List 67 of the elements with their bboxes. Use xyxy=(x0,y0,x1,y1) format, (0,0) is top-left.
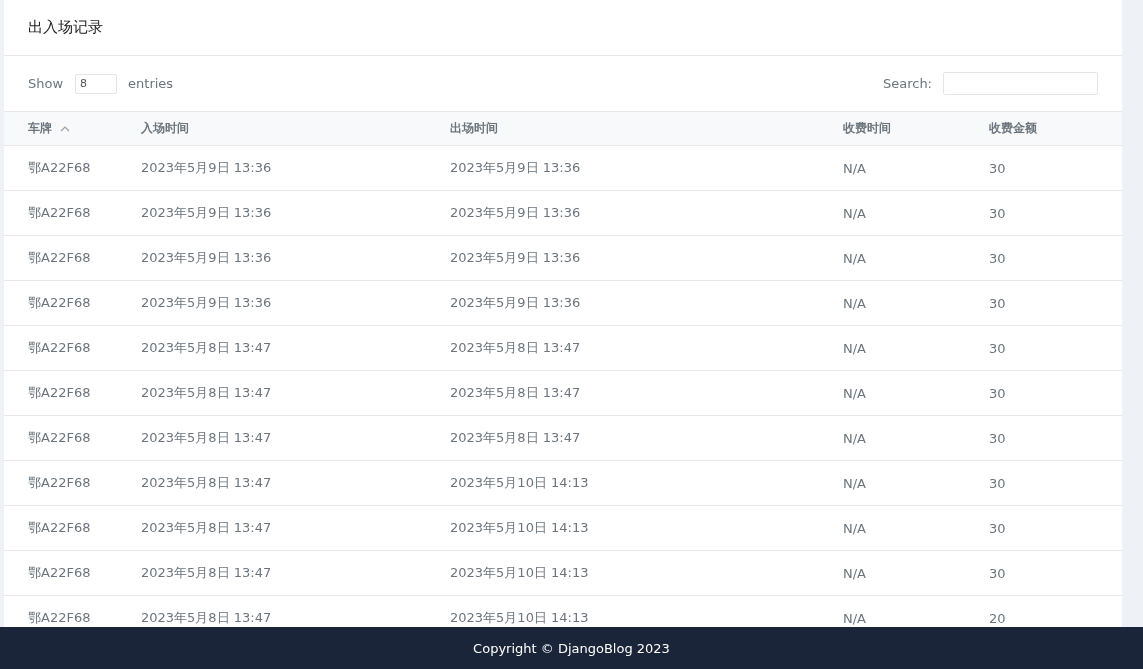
table-cell: N/A xyxy=(843,430,866,446)
search-field[interactable] xyxy=(943,72,1098,95)
table-cell: 鄂A22F68 xyxy=(28,295,91,310)
table-cell: 2023年5月8日 13:47 xyxy=(141,565,272,580)
table-cell: 2023年5月9日 13:36 xyxy=(141,160,272,175)
table-cell: N/A xyxy=(843,205,866,221)
column-header[interactable]: 出场时间 xyxy=(450,121,498,135)
copyright-text: Copyright © DjangoBlog 2023 xyxy=(473,640,670,656)
entries-count-field[interactable]: 8 xyxy=(75,73,118,94)
table-cell: 2023年5月10日 14:13 xyxy=(450,475,589,490)
entries-label: entries xyxy=(128,76,174,91)
table-cell: 鄂A22F68 xyxy=(28,250,91,265)
table-cell: 2023年5月9日 13:36 xyxy=(141,295,272,310)
table-cell: 2023年5月9日 13:36 xyxy=(450,295,581,310)
table-cell: 2023年5月10日 14:13 xyxy=(450,520,589,535)
column-header[interactable]: 收费时间 xyxy=(843,121,891,135)
table-cell: 2023年5月8日 13:47 xyxy=(450,385,581,400)
table-cell: 2023年5月9日 13:36 xyxy=(450,160,581,175)
table-cell: 鄂A22F68 xyxy=(28,520,91,535)
show-label: Show xyxy=(28,76,64,91)
column-header[interactable]: 收费金额 xyxy=(989,121,1037,135)
table-cell: 鄂A22F68 xyxy=(28,340,91,355)
table-cell: 鄂A22F68 xyxy=(28,385,91,400)
table-cell: 鄂A22F68 xyxy=(28,475,91,490)
search-label: Search: xyxy=(882,76,932,91)
table-cell: 2023年5月8日 13:47 xyxy=(141,340,272,355)
table-cell: N/A xyxy=(843,250,866,266)
table-cell: 2023年5月8日 13:47 xyxy=(141,610,272,625)
table-cell: N/A xyxy=(843,295,866,311)
card-title: 出入场记录 xyxy=(28,18,103,37)
table-cell: 2023年5月9日 13:36 xyxy=(450,250,581,265)
table-cell: 2023年5月8日 13:47 xyxy=(141,475,272,490)
table-cell: 30 xyxy=(989,340,1006,356)
table-cell: 2023年5月8日 13:47 xyxy=(141,520,272,535)
table-cell: 2023年5月8日 13:47 xyxy=(450,340,581,355)
table-cell: 30 xyxy=(989,205,1006,221)
table-cell: 30 xyxy=(989,250,1006,266)
table-cell: 鄂A22F68 xyxy=(28,610,91,625)
table-cell: N/A xyxy=(843,520,866,536)
table-cell: N/A xyxy=(843,160,866,176)
table-cell: 2023年5月9日 13:36 xyxy=(141,250,272,265)
table-cell: 2023年5月10日 14:13 xyxy=(450,565,589,580)
table-cell: 30 xyxy=(989,430,1006,446)
table-cell: N/A xyxy=(843,475,866,491)
table-cell: 鄂A22F68 xyxy=(28,430,91,445)
table-cell: N/A xyxy=(843,340,866,356)
table-cell: 30 xyxy=(989,160,1006,176)
column-header[interactable]: 车牌 xyxy=(28,121,52,135)
table-cell: N/A xyxy=(843,565,866,581)
table-cell: N/A xyxy=(843,385,866,401)
table-cell: N/A xyxy=(843,610,866,626)
table-cell: 鄂A22F68 xyxy=(28,160,91,175)
table-cell: 20 xyxy=(989,610,1006,626)
table-cell: 2023年5月8日 13:47 xyxy=(141,385,272,400)
table-cell: 鄂A22F68 xyxy=(28,565,91,580)
table-cell: 2023年5月8日 13:47 xyxy=(450,430,581,445)
table-cell: 30 xyxy=(989,565,1006,581)
table-cell: 30 xyxy=(989,475,1006,491)
table-cell: 30 xyxy=(989,385,1006,401)
table-cell: 2023年5月10日 14:13 xyxy=(450,610,589,625)
table-cell: 30 xyxy=(989,295,1006,311)
table-cell: 30 xyxy=(989,520,1006,536)
table-cell: 鄂A22F68 xyxy=(28,205,91,220)
table-cell: 2023年5月8日 13:47 xyxy=(141,430,272,445)
table-cell: 2023年5月9日 13:36 xyxy=(141,205,272,220)
column-header[interactable]: 入场时间 xyxy=(141,121,189,135)
table-cell: 2023年5月9日 13:36 xyxy=(450,205,581,220)
